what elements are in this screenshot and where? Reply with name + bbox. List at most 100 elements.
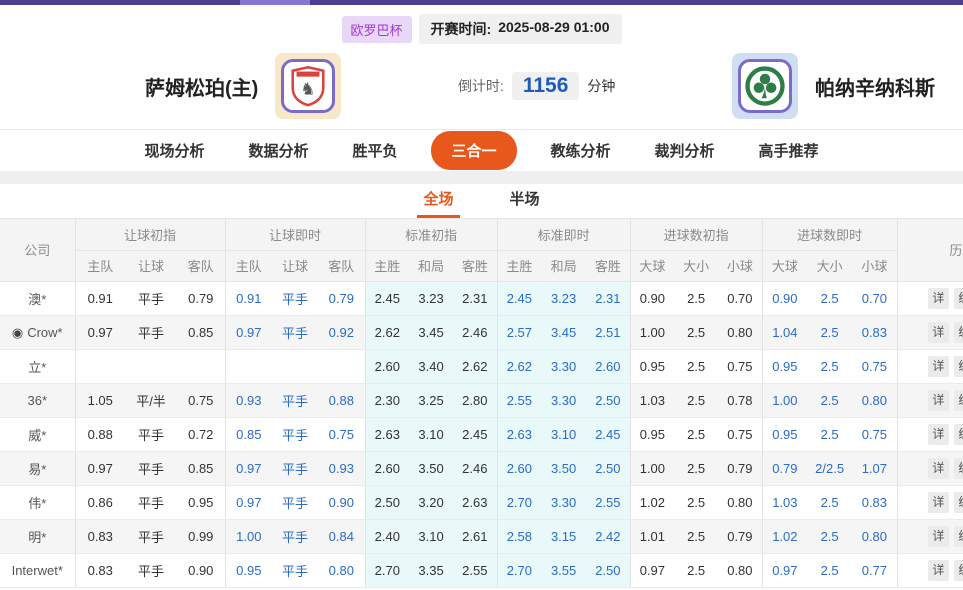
live-odds-value[interactable]: 0.90 <box>318 485 365 519</box>
live-odds-value[interactable]: 2.5 <box>807 417 852 451</box>
live-odds-value[interactable]: 0.83 <box>852 315 897 349</box>
live-odds-value[interactable]: 0.91 <box>225 281 272 315</box>
live-odds-value[interactable]: 3.30 <box>541 383 586 417</box>
details-button[interactable]: 详 <box>928 560 949 581</box>
live-odds-value[interactable]: 0.79 <box>762 451 807 485</box>
stats-button[interactable]: 统 <box>954 526 963 547</box>
live-odds-value[interactable] <box>272 349 318 383</box>
details-button[interactable]: 详 <box>928 390 949 411</box>
live-odds-value[interactable]: 3.45 <box>541 315 586 349</box>
live-odds-value[interactable]: 3.15 <box>541 519 586 553</box>
live-odds-value[interactable]: 2.51 <box>586 315 630 349</box>
live-odds-value[interactable]: 0.75 <box>318 417 365 451</box>
live-odds-value[interactable]: 1.07 <box>852 451 897 485</box>
nav-tab-4[interactable]: 教练分析 <box>529 140 633 161</box>
live-odds-value[interactable]: 2.5 <box>807 485 852 519</box>
live-odds-value[interactable]: 2.5 <box>807 281 852 315</box>
live-odds-value[interactable]: 平手 <box>272 417 318 451</box>
details-button[interactable]: 详 <box>928 424 949 445</box>
live-odds-value[interactable]: 平手 <box>272 553 318 587</box>
live-odds-value[interactable]: 1.00 <box>762 383 807 417</box>
stats-button[interactable]: 统 <box>954 560 963 581</box>
live-odds-value[interactable]: 2.45 <box>586 417 630 451</box>
live-odds-value[interactable]: 平手 <box>272 315 318 349</box>
live-odds-value[interactable]: 2.42 <box>586 519 630 553</box>
live-odds-value[interactable]: 3.10 <box>541 417 586 451</box>
live-odds-value[interactable]: 0.80 <box>852 383 897 417</box>
live-odds-value[interactable]: 2.58 <box>497 519 541 553</box>
live-odds-value[interactable]: 0.80 <box>852 519 897 553</box>
live-odds-value[interactable]: 0.92 <box>318 315 365 349</box>
live-odds-value[interactable]: 0.95 <box>762 349 807 383</box>
live-odds-value[interactable]: 平手 <box>272 451 318 485</box>
live-odds-value[interactable]: 0.97 <box>762 553 807 587</box>
live-odds-value[interactable]: 平手 <box>272 383 318 417</box>
nav-tab-2[interactable]: 胜平负 <box>330 140 419 161</box>
live-odds-value[interactable]: 0.77 <box>852 553 897 587</box>
live-odds-value[interactable]: 0.85 <box>225 417 272 451</box>
live-odds-value[interactable]: 0.97 <box>225 315 272 349</box>
details-button[interactable]: 详 <box>928 526 949 547</box>
live-odds-value[interactable]: 1.02 <box>762 519 807 553</box>
live-odds-value[interactable]: 0.97 <box>225 451 272 485</box>
live-odds-value[interactable]: 2.5 <box>807 315 852 349</box>
live-odds-value[interactable]: 0.79 <box>318 281 365 315</box>
live-odds-value[interactable]: 0.95 <box>225 553 272 587</box>
stats-button[interactable]: 统 <box>954 424 963 445</box>
live-odds-value[interactable]: 2.5 <box>807 349 852 383</box>
subtab-1[interactable]: 半场 <box>504 188 546 218</box>
stats-button[interactable]: 统 <box>954 356 963 377</box>
live-odds-value[interactable]: 2.50 <box>586 451 630 485</box>
live-odds-value[interactable]: 3.30 <box>541 485 586 519</box>
live-odds-value[interactable]: 2.70 <box>497 485 541 519</box>
live-odds-value[interactable]: 2.70 <box>497 553 541 587</box>
stats-button[interactable]: 统 <box>954 492 963 513</box>
live-odds-value[interactable]: 2.5 <box>807 553 852 587</box>
live-odds-value[interactable]: 0.97 <box>225 485 272 519</box>
live-odds-value[interactable]: 3.30 <box>541 349 586 383</box>
details-button[interactable]: 详 <box>928 492 949 513</box>
nav-tab-6[interactable]: 高手推荐 <box>737 140 841 161</box>
live-odds-value[interactable]: 3.55 <box>541 553 586 587</box>
live-odds-value[interactable]: 0.70 <box>852 281 897 315</box>
live-odds-value[interactable]: 2.50 <box>586 383 630 417</box>
live-odds-value[interactable]: 0.88 <box>318 383 365 417</box>
live-odds-value[interactable]: 0.75 <box>852 349 897 383</box>
live-odds-value[interactable]: 2.57 <box>497 315 541 349</box>
live-odds-value[interactable]: 0.84 <box>318 519 365 553</box>
live-odds-value[interactable]: 0.83 <box>852 485 897 519</box>
live-odds-value[interactable]: 平手 <box>272 281 318 315</box>
stats-button[interactable]: 统 <box>954 288 963 309</box>
live-odds-value[interactable]: 2.63 <box>497 417 541 451</box>
live-odds-value[interactable]: 2/2.5 <box>807 451 852 485</box>
live-odds-value[interactable]: 平手 <box>272 519 318 553</box>
live-odds-value[interactable]: 2.31 <box>586 281 630 315</box>
live-odds-value[interactable]: 0.80 <box>318 553 365 587</box>
live-odds-value[interactable]: 0.75 <box>852 417 897 451</box>
live-odds-value[interactable]: 2.5 <box>807 519 852 553</box>
live-odds-value[interactable]: 1.03 <box>762 485 807 519</box>
live-odds-value[interactable] <box>225 349 272 383</box>
details-button[interactable]: 详 <box>928 458 949 479</box>
live-odds-value[interactable]: 1.04 <box>762 315 807 349</box>
live-odds-value[interactable]: 0.90 <box>762 281 807 315</box>
live-odds-value[interactable]: 3.50 <box>541 451 586 485</box>
details-button[interactable]: 详 <box>928 322 949 343</box>
live-odds-value[interactable]: 2.50 <box>586 553 630 587</box>
nav-tab-0[interactable]: 现场分析 <box>122 140 226 161</box>
details-button[interactable]: 详 <box>928 288 949 309</box>
stats-button[interactable]: 统 <box>954 458 963 479</box>
details-button[interactable]: 详 <box>928 356 949 377</box>
stats-button[interactable]: 统 <box>954 390 963 411</box>
live-odds-value[interactable]: 0.93 <box>318 451 365 485</box>
live-odds-value[interactable]: 2.45 <box>497 281 541 315</box>
live-odds-value[interactable]: 0.93 <box>225 383 272 417</box>
live-odds-value[interactable]: 2.62 <box>497 349 541 383</box>
live-odds-value[interactable]: 2.5 <box>807 383 852 417</box>
nav-tab-1[interactable]: 数据分析 <box>226 140 330 161</box>
live-odds-value[interactable]: 2.55 <box>497 383 541 417</box>
nav-tab-3[interactable]: 三合一 <box>431 131 516 170</box>
live-odds-value[interactable]: 3.23 <box>541 281 586 315</box>
live-odds-value[interactable]: 0.95 <box>762 417 807 451</box>
subtab-0[interactable]: 全场 <box>417 188 459 218</box>
